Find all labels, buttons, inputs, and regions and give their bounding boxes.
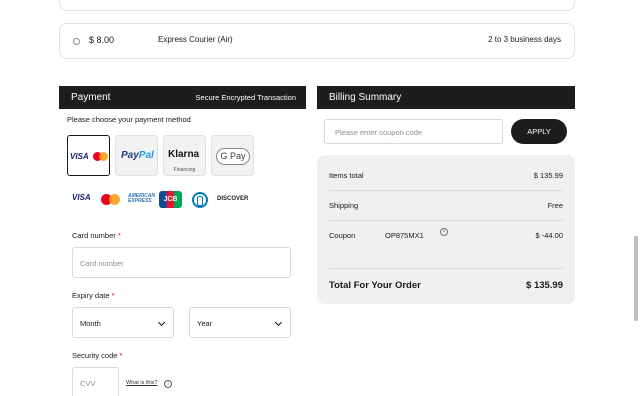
coupon-value: $ -44.00 bbox=[535, 231, 563, 240]
expiry-date-label: Expiry date * bbox=[72, 291, 115, 300]
page-scrollbar[interactable] bbox=[634, 236, 638, 321]
card-number-input[interactable]: Card number bbox=[72, 247, 291, 278]
coupon-row: Coupon OP875MX1 × $ -44.00 bbox=[329, 220, 563, 250]
expiry-year-value: Year bbox=[197, 319, 213, 328]
shipping-option-previous[interactable] bbox=[59, 0, 575, 11]
expiry-month-select[interactable]: Month bbox=[72, 307, 174, 338]
visa-card-logo: VISA bbox=[72, 193, 91, 202]
diners-card-logo bbox=[192, 192, 208, 208]
summary-divider bbox=[329, 268, 563, 269]
payment-method-card[interactable]: VISA bbox=[67, 135, 110, 176]
info-icon[interactable]: i bbox=[164, 380, 172, 388]
expiry-month-value: Month bbox=[80, 319, 101, 328]
coupon-placeholder: Please enter coupon code bbox=[335, 128, 423, 137]
payment-header: Payment Secure Encrypted Transaction bbox=[59, 86, 306, 109]
payment-method-label: Please choose your payment method bbox=[67, 115, 191, 124]
cvv-input[interactable]: CVV bbox=[72, 367, 119, 396]
items-total-value: $ 135.99 bbox=[533, 171, 563, 180]
payment-method-paypal[interactable]: PayPal bbox=[115, 135, 158, 176]
secure-transaction-text: Secure Encrypted Transaction bbox=[195, 93, 296, 102]
card-number-placeholder: Card number bbox=[80, 259, 124, 268]
shipping-row: Shipping Free bbox=[329, 190, 563, 220]
billing-summary: Items total $ 135.99 Shipping Free Coupo… bbox=[317, 155, 575, 304]
shipping-label: Shipping bbox=[329, 201, 359, 210]
paypal-logo: PayPal bbox=[121, 150, 154, 161]
coupon-input[interactable]: Please enter coupon code bbox=[324, 119, 503, 144]
apply-coupon-button[interactable]: APPLY bbox=[511, 119, 567, 144]
order-total-row: Total For Your Order $ 135.99 bbox=[329, 270, 563, 300]
payment-method-google-pay[interactable]: G Pay bbox=[211, 135, 254, 176]
coupon-code: OP875MX1 bbox=[385, 231, 424, 240]
visa-logo: VISA bbox=[70, 152, 89, 161]
discover-card-logo: DISCOVER bbox=[217, 196, 249, 202]
items-total-label: Items total bbox=[329, 171, 364, 180]
chevron-down-icon bbox=[274, 318, 283, 327]
payment-method-klarna[interactable]: Klarna Financing bbox=[163, 135, 206, 176]
items-total-row: Items total $ 135.99 bbox=[329, 160, 563, 190]
order-total-value: $ 135.99 bbox=[526, 280, 563, 291]
coupon-label: Coupon bbox=[329, 231, 356, 240]
shipping-option-express[interactable]: $ 8.00 Express Courier (Air) 2 to 3 busi… bbox=[59, 23, 575, 59]
klarna-financing-label: Financing bbox=[173, 167, 196, 173]
what-is-this-link[interactable]: What is this? bbox=[126, 380, 157, 386]
shipping-name: Express Courier (Air) bbox=[158, 35, 233, 44]
klarna-logo: Klarna bbox=[168, 149, 200, 160]
shipping-days: 2 to 3 business days bbox=[488, 35, 561, 44]
chevron-down-icon bbox=[157, 318, 166, 327]
billing-title: Billing Summary bbox=[329, 92, 402, 103]
payment-title: Payment bbox=[71, 92, 111, 103]
security-code-label: Security code * bbox=[72, 351, 123, 360]
shipping-price: $ 8.00 bbox=[89, 35, 115, 45]
shipping-radio[interactable] bbox=[73, 38, 80, 45]
cvv-placeholder: CVV bbox=[80, 379, 96, 388]
order-total-label: Total For Your Order bbox=[329, 280, 421, 291]
card-number-label: Card number * bbox=[72, 231, 121, 240]
billing-header: Billing Summary bbox=[317, 86, 575, 109]
amex-card-logo: AMERICAN EXPRESS bbox=[128, 193, 155, 204]
mastercard-logo-right bbox=[99, 152, 108, 161]
google-pay-logo: G Pay bbox=[216, 148, 250, 165]
mastercard-card-logo-right bbox=[109, 194, 120, 205]
shipping-value: Free bbox=[547, 201, 563, 210]
expiry-year-select[interactable]: Year bbox=[189, 307, 291, 338]
remove-coupon-icon[interactable]: × bbox=[440, 228, 448, 236]
jcb-card-logo: JCB bbox=[159, 191, 182, 208]
